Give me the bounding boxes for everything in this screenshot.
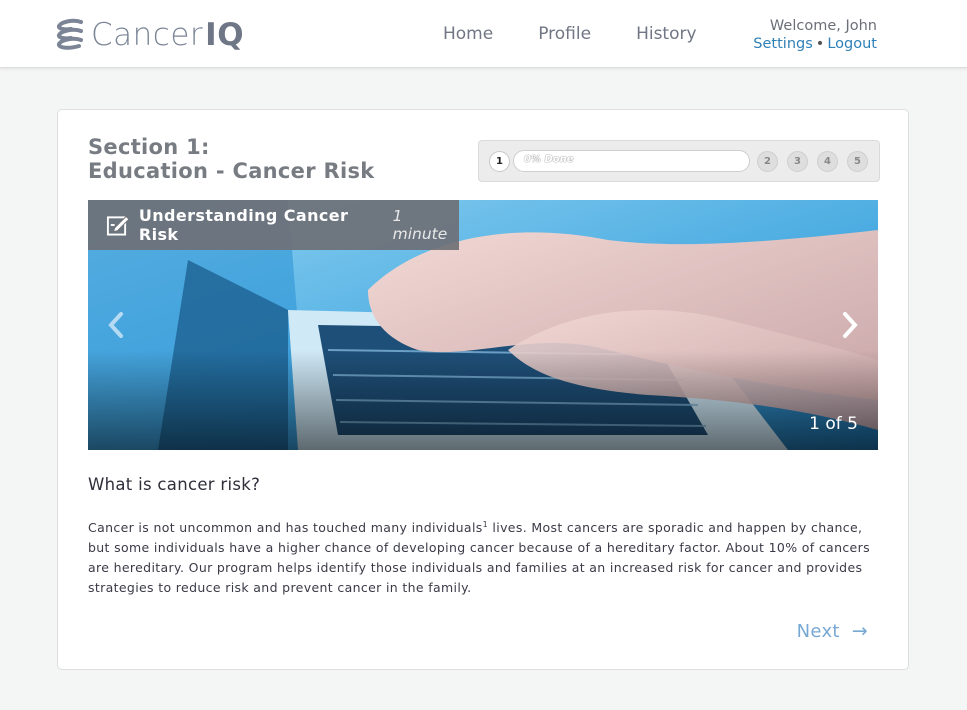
step-3-indicator[interactable]: 3: [787, 151, 808, 172]
lesson-card: Section 1: Education - Cancer Risk 1 0% …: [57, 109, 909, 670]
settings-link[interactable]: Settings: [753, 36, 812, 52]
arrow-right-icon: →: [851, 620, 868, 642]
nav-home[interactable]: Home: [443, 24, 493, 44]
lesson-caption: Understanding Cancer Risk 1 minute: [88, 200, 459, 250]
step-4-indicator[interactable]: 4: [817, 151, 838, 172]
nav-history[interactable]: History: [636, 24, 696, 44]
logout-link[interactable]: Logout: [827, 36, 877, 52]
slide-counter: 1 of 5: [809, 414, 858, 434]
chevron-left-icon[interactable]: [104, 310, 128, 340]
section-title: Section 1: Education - Cancer Risk: [88, 135, 375, 183]
section-number: Section 1:: [88, 135, 210, 159]
question-heading: What is cancer risk?: [88, 475, 261, 494]
chevron-right-icon[interactable]: [838, 310, 862, 340]
edit-icon: [106, 215, 130, 236]
stacked-s-logo-icon: [56, 18, 83, 50]
lesson-slideshow: Understanding Cancer Risk 1 minute 1 of …: [88, 200, 878, 450]
nav-profile[interactable]: Profile: [538, 24, 591, 44]
main-nav: Home Profile History: [443, 24, 742, 44]
welcome-text: Welcome, John: [769, 18, 877, 34]
step-2-indicator[interactable]: 2: [757, 151, 778, 172]
lesson-paragraph: Cancer is not uncommon and has touched m…: [88, 520, 870, 596]
section-name: Education - Cancer Risk: [88, 159, 375, 183]
brand-name: CancerIQ: [91, 17, 245, 53]
progress-bar: 0% Done: [513, 150, 750, 172]
progress-tracker: 1 0% Done 2 3 4 5: [478, 140, 880, 182]
lesson-title: Understanding Cancer Risk: [138, 206, 349, 244]
progress-label: 0% Done: [524, 154, 574, 165]
user-links: Settings • Logout: [753, 35, 877, 53]
cancer-iq-logo[interactable]: CancerIQ: [55, 16, 244, 54]
next-button[interactable]: Next →: [797, 620, 868, 642]
lesson-duration: 1 minute: [392, 207, 448, 243]
link-separator: •: [815, 36, 825, 52]
user-menu: Welcome, John Settings • Logout: [753, 17, 877, 53]
step-1-indicator[interactable]: 1: [489, 151, 510, 172]
step-5-indicator[interactable]: 5: [847, 151, 868, 172]
top-navigation-bar: CancerIQ Home Profile History Welcome, J…: [0, 0, 967, 68]
